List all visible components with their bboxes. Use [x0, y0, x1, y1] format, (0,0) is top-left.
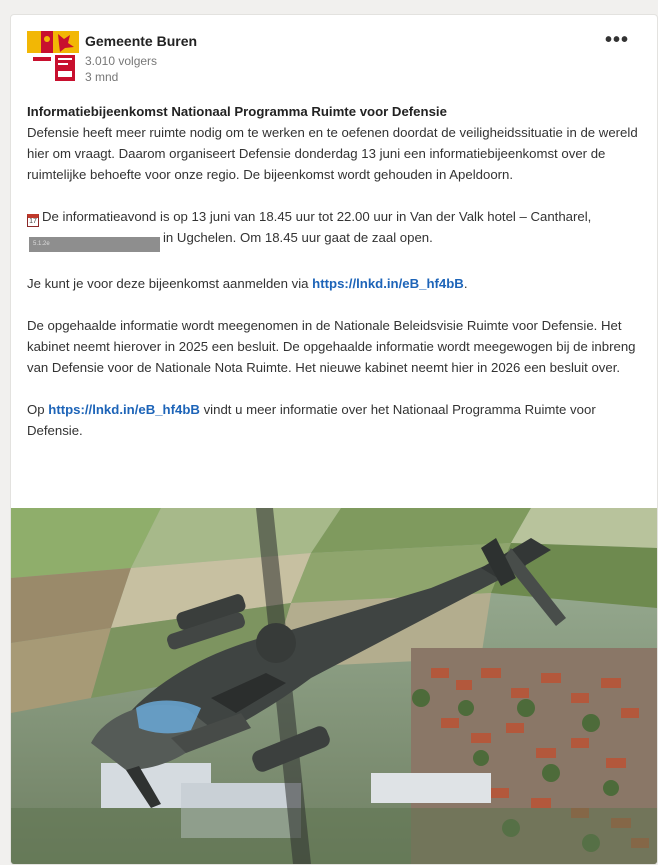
info-text: Op [27, 402, 49, 417]
post-age: 3 mnd [85, 70, 119, 84]
signup-text-end: . [463, 276, 468, 291]
post-paragraph-2: 17 De informatieavond is op 13 juni van 1… [27, 206, 645, 252]
info-link[interactable]: https://lnkd.in/eB_hf4bB [48, 402, 200, 417]
post-paragraph-4: De opgehaalde informatie wordt meegenome… [27, 318, 636, 375]
redacted-address: 5.1.2e [29, 237, 160, 252]
more-options-button[interactable]: ••• [605, 29, 629, 52]
org-name[interactable]: Gemeente Buren [85, 33, 197, 49]
post-paragraph-5: Op https://lnkd.in/eB_hf4bB vindt u meer… [27, 399, 645, 441]
event-text: De informatieavond is op 13 juni van 18.… [42, 209, 592, 224]
post-title: Informatiebijeenkomst Nationaal Programm… [27, 104, 447, 119]
event-location-text: in Ugchelen. Om 18.45 uur gaat de zaal o… [163, 230, 433, 245]
follower-count: 3.010 volgers [85, 54, 158, 68]
post-paragraph-3: Je kunt je voor deze bijeenkomst aanmeld… [27, 273, 645, 294]
post-paragraph-1: Defensie heeft meer ruimte nodig om te w… [27, 125, 638, 182]
signup-link[interactable]: https://lnkd.in/eB_hf4bB [312, 276, 464, 291]
post-header: Gemeente Buren 3.010 volgers 3 mnd ••• [27, 29, 637, 91]
gemeente-buren-logo[interactable] [27, 31, 79, 85]
helicopter-photo[interactable] [11, 508, 657, 864]
calendar-icon: 17 [27, 214, 39, 227]
post-body: Informatiebijeenkomst Nationaal Programm… [27, 101, 645, 441]
signup-text: Je kunt je voor deze bijeenkomst aanmeld… [27, 276, 313, 291]
linkedin-post-card: Gemeente Buren 3.010 volgers 3 mnd ••• I… [10, 14, 658, 865]
